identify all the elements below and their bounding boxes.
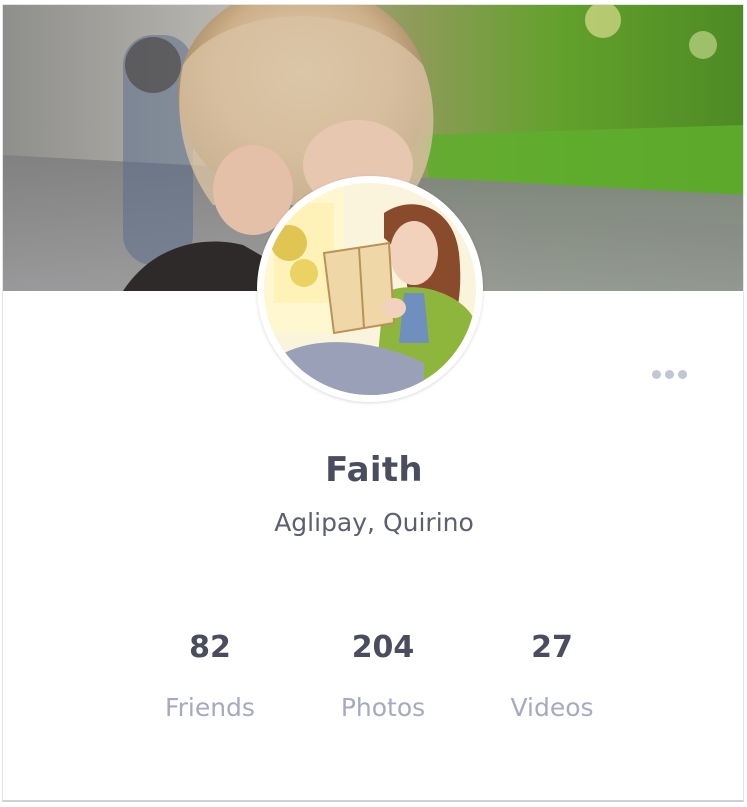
stat-photos[interactable]: 204 Photos — [308, 625, 458, 722]
stat-value: 27 — [531, 630, 573, 665]
profile-card: Faith Aglipay, Quirino 82 Friends 204 Ph… — [2, 4, 744, 802]
stat-label: Photos — [340, 693, 426, 722]
more-options-button[interactable] — [645, 361, 693, 387]
stats-row: 82 Friends 204 Photos 27 Videos — [3, 625, 743, 745]
stat-value: 82 — [189, 630, 231, 665]
stat-friends[interactable]: 82 Friends — [135, 625, 285, 722]
profile-location: Aglipay, Quirino — [274, 508, 474, 537]
more-horizontal-icon-dot — [664, 369, 674, 379]
more-horizontal-icon-dot — [677, 369, 687, 379]
more-horizontal-icon — [651, 369, 661, 379]
stat-value: 204 — [351, 630, 415, 665]
stat-label: Videos — [510, 693, 594, 722]
stat-videos[interactable]: 27 Videos — [477, 625, 627, 722]
profile-name: Faith — [325, 450, 423, 490]
stat-label: Friends — [165, 693, 255, 722]
avatar[interactable] — [257, 176, 483, 402]
